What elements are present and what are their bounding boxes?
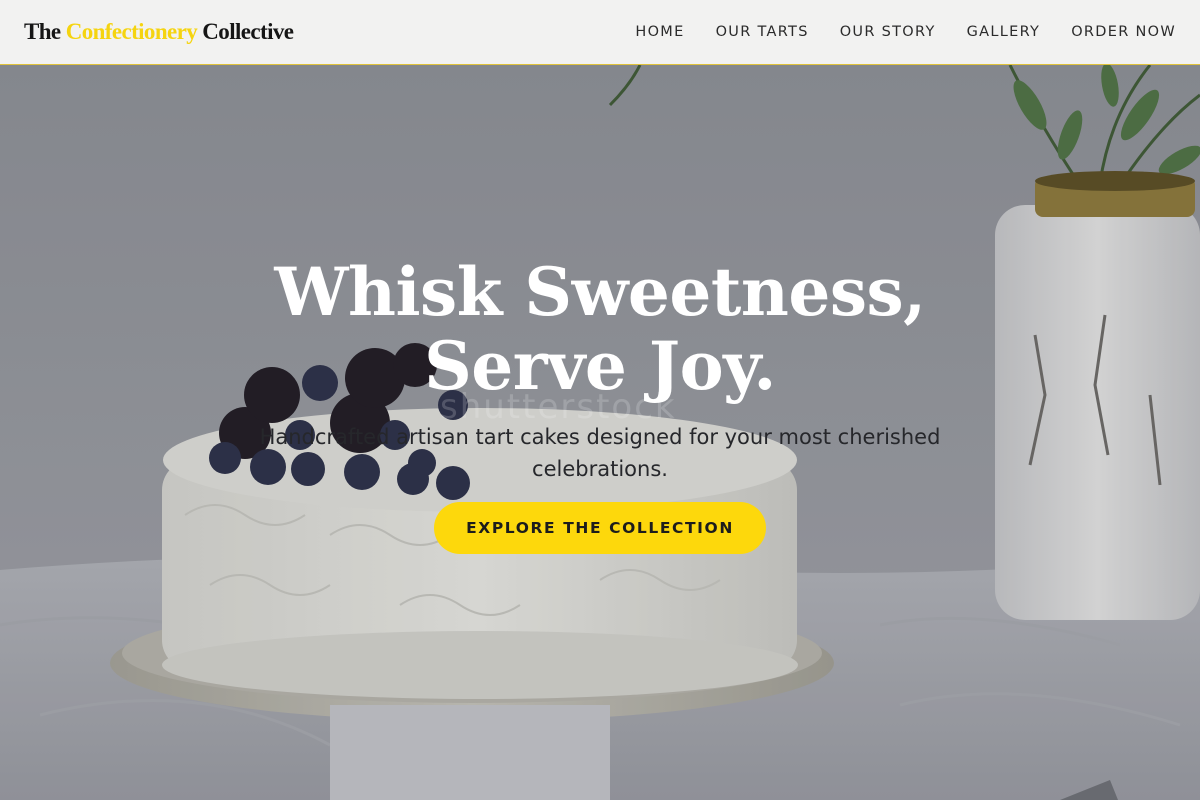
brand-name-prefix: The bbox=[24, 19, 61, 44]
brand-logo[interactable]: The Confectionery Collective bbox=[24, 19, 294, 45]
explore-collection-button[interactable]: EXPLORE THE COLLECTION bbox=[434, 502, 766, 554]
hero-headline: Whisk Sweetness, Serve Joy. bbox=[0, 255, 1200, 403]
hero-subtitle: Handcrafted artisan tart cakes designed … bbox=[259, 425, 941, 481]
headline-line-1: Whisk Sweetness, bbox=[274, 253, 926, 331]
nav-our-tarts[interactable]: OUR TARTS bbox=[716, 24, 809, 40]
main-nav: HOME OUR TARTS OUR STORY GALLERY ORDER N… bbox=[604, 24, 1176, 40]
nav-home[interactable]: HOME bbox=[635, 24, 684, 40]
nav-our-story[interactable]: OUR STORY bbox=[840, 24, 936, 40]
nav-order-now[interactable]: ORDER NOW bbox=[1071, 24, 1176, 40]
hero-section: Whisk Sweetness, Serve Joy. shutterstock… bbox=[0, 65, 1200, 800]
nav-gallery[interactable]: GALLERY bbox=[967, 24, 1041, 40]
brand-name-suffix: Collective bbox=[202, 19, 294, 44]
brand-name-accent: Confectionery bbox=[65, 19, 198, 44]
site-header: The Confectionery Collective HOME OUR TA… bbox=[0, 0, 1200, 65]
